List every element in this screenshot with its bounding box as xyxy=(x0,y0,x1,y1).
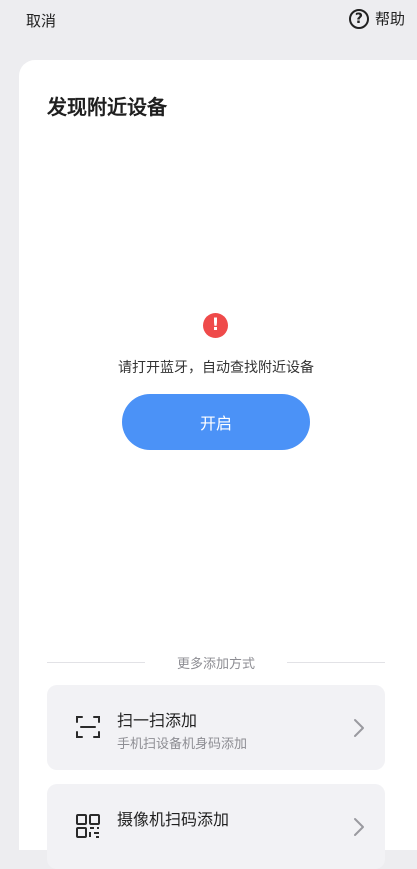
top-bar: 取消 ? 帮助 xyxy=(0,0,417,40)
more-methods-divider: 更多添加方式 xyxy=(47,652,385,672)
discovery-card: 发现附近设备 ! 请打开蓝牙，自动查找附近设备 开启 更多添加方式 扫一扫添加 … xyxy=(19,60,417,869)
option-title: 摄像机扫码添加 xyxy=(117,810,230,829)
cancel-button[interactable]: 取消 xyxy=(26,10,56,31)
enable-bluetooth-button[interactable]: 开启 xyxy=(122,394,310,450)
option-title: 扫一扫添加 xyxy=(117,711,198,730)
scan-add-option[interactable]: 扫一扫添加 手机扫设备机身码添加 xyxy=(47,685,385,770)
scan-frame-icon xyxy=(76,716,100,738)
chevron-right-icon xyxy=(354,818,364,836)
page-title: 发现附近设备 xyxy=(47,95,167,119)
divider-line-right xyxy=(287,662,385,663)
camera-qr-add-option[interactable]: 摄像机扫码添加 xyxy=(47,784,385,869)
chevron-right-icon xyxy=(354,719,364,737)
help-label: 帮助 xyxy=(374,10,405,28)
option-subtitle: 手机扫设备机身码添加 xyxy=(117,737,248,752)
qr-code-icon xyxy=(76,814,100,838)
question-circle-icon: ? xyxy=(348,8,369,29)
help-button[interactable]: ? 帮助 xyxy=(348,8,405,29)
exclamation-circle-icon: ! xyxy=(203,313,228,338)
bluetooth-warning-text: 请打开蓝牙，自动查找附近设备 xyxy=(118,360,314,376)
